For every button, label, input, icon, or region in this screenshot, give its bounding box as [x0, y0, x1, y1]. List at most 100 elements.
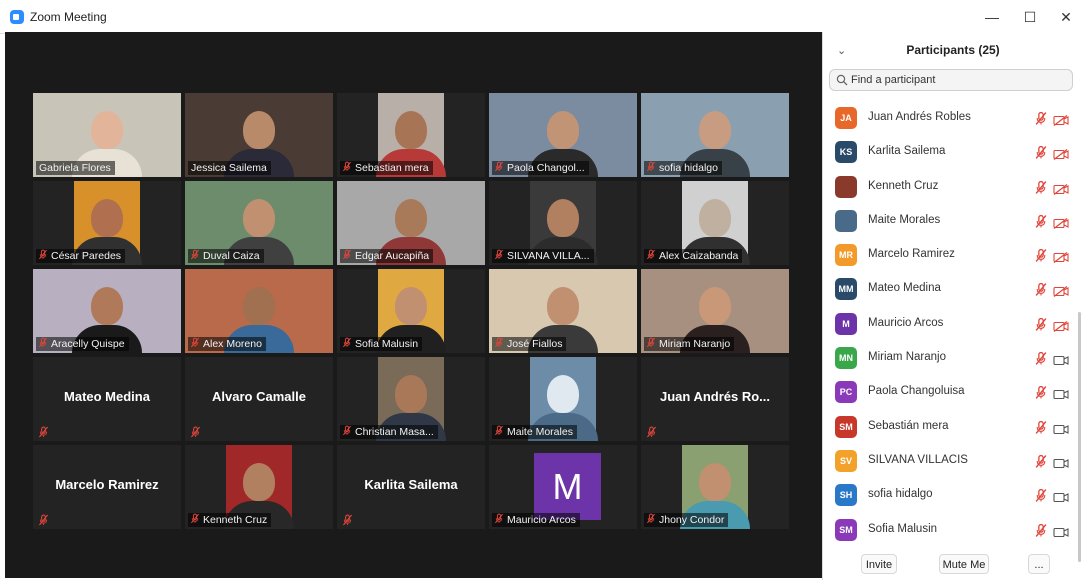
participant-row[interactable]: SM Sebastián mera: [823, 410, 1083, 444]
muted-mic-icon: [494, 161, 504, 172]
video-tile[interactable]: Jhony Condor: [641, 445, 789, 529]
tile-name-label: Jessica Sailema: [188, 161, 271, 175]
muted-mic-icon[interactable]: [1035, 249, 1047, 263]
more-button[interactable]: ...: [1028, 554, 1050, 574]
mute-me-button[interactable]: Mute Me: [939, 554, 989, 574]
video-off-icon[interactable]: [1053, 216, 1069, 229]
video-tile[interactable]: Alex Caizabanda: [641, 181, 789, 265]
video-tile[interactable]: sofia hidalgo: [641, 93, 789, 177]
video-off-icon[interactable]: [1053, 182, 1069, 195]
video-icon[interactable]: [1053, 456, 1069, 469]
video-tile[interactable]: Gabriela Flores: [33, 93, 181, 177]
participant-figure: [547, 111, 579, 149]
participant-name: Mauricio Arcos: [507, 514, 576, 526]
video-tile[interactable]: Maite Morales: [489, 357, 637, 441]
participant-name: Karlita Sailema: [364, 477, 458, 492]
video-icon[interactable]: [1053, 490, 1069, 503]
close-button[interactable]: ✕: [1046, 5, 1083, 29]
participant-name: Mateo Medina: [868, 282, 941, 295]
video-off-icon[interactable]: [1053, 284, 1069, 298]
video-off-icon[interactable]: [1053, 319, 1069, 332]
maximize-button[interactable]: ☐: [1010, 5, 1050, 29]
participant-row[interactable]: Maite Morales: [823, 204, 1083, 238]
participant-row[interactable]: SH sofia hidalgo: [823, 478, 1083, 512]
avatar: [835, 209, 857, 232]
tile-name-label: Miriam Naranjo: [644, 337, 735, 351]
video-icon[interactable]: [1053, 387, 1069, 400]
video-icon[interactable]: [1053, 525, 1069, 537]
muted-mic-icon[interactable]: [1035, 523, 1047, 537]
invite-button[interactable]: Invite: [861, 554, 897, 574]
muted-mic-icon[interactable]: [1035, 146, 1047, 160]
video-tile[interactable]: Karlita Sailema: [337, 445, 485, 529]
video-tile[interactable]: Paola Changol...: [489, 93, 637, 177]
participant-row[interactable]: PC Paola Changoluisa: [823, 375, 1083, 409]
muted-mic-icon: [38, 249, 48, 260]
video-tile[interactable]: Sofia Malusin: [337, 269, 485, 353]
participant-name: Paola Changoluisa: [868, 385, 965, 398]
participant-search[interactable]: [829, 69, 1073, 91]
scrollbar[interactable]: [1078, 312, 1081, 562]
participant-row[interactable]: Kenneth Cruz: [823, 170, 1083, 204]
participant-row[interactable]: MN Miriam Naranjo: [823, 341, 1083, 375]
participant-name: Sebastián mera: [868, 419, 949, 432]
video-off-icon[interactable]: [1053, 147, 1069, 161]
muted-mic-icon[interactable]: [1035, 317, 1047, 331]
video-off-icon[interactable]: [1053, 250, 1069, 264]
participant-row[interactable]: MR Marcelo Ramirez: [823, 238, 1083, 272]
participant-name: Maite Morales: [507, 426, 573, 438]
video-tile[interactable]: José Fiallos: [489, 269, 637, 353]
search-input[interactable]: [851, 72, 1061, 88]
tile-name-label: Aracelly Quispe: [36, 337, 129, 351]
video-off-icon[interactable]: [1053, 113, 1069, 126]
participant-row[interactable]: JA Juan Andrés Robles: [823, 101, 1083, 135]
muted-mic-icon[interactable]: [1035, 111, 1047, 125]
participant-name: Karlita Sailema: [868, 145, 946, 158]
video-tile[interactable]: Alex Moreno: [185, 269, 333, 353]
participant-figure: [395, 375, 427, 413]
participant-row[interactable]: MM Mateo Medina: [823, 272, 1083, 306]
video-icon[interactable]: [1053, 422, 1069, 434]
participant-row[interactable]: SV SILVANA VILLACIS: [823, 444, 1083, 478]
video-tile[interactable]: Christian Masa...: [337, 357, 485, 441]
video-tile[interactable]: Juan Andrés Ro...: [641, 357, 789, 441]
video-tile[interactable]: M Mauricio Arcos: [489, 445, 637, 529]
video-tile[interactable]: Edgar Aucapiña: [337, 181, 485, 265]
video-tile[interactable]: Kenneth Cruz: [185, 445, 333, 529]
video-tile[interactable]: César Paredes: [33, 181, 181, 265]
video-tile[interactable]: Aracelly Quispe: [33, 269, 181, 353]
participant-row[interactable]: SM Sofia Malusin: [823, 513, 1083, 547]
video-tile[interactable]: Miriam Naranjo: [641, 269, 789, 353]
video-tile[interactable]: Marcelo Ramirez: [33, 445, 181, 529]
minimize-button[interactable]: —: [972, 5, 1012, 29]
window-title: Zoom Meeting: [30, 10, 107, 24]
muted-mic-icon[interactable]: [1035, 180, 1047, 194]
participant-row[interactable]: KS Karlita Sailema: [823, 135, 1083, 169]
video-tile[interactable]: Jessica Sailema: [185, 93, 333, 177]
participants-title: Participants (25): [906, 43, 1000, 57]
muted-mic-icon[interactable]: [1035, 420, 1047, 434]
participant-name: Sebastian mera: [355, 162, 429, 174]
video-tile[interactable]: SILVANA VILLA...: [489, 181, 637, 265]
participant-name: Alex Caizabanda: [659, 250, 739, 262]
video-tile[interactable]: Alvaro Camalle: [185, 357, 333, 441]
participant-name: Paola Changol...: [507, 162, 585, 174]
video-tile[interactable]: Duval Caiza: [185, 181, 333, 265]
participant-name: Christian Masa...: [355, 426, 434, 438]
participant-row[interactable]: M Mauricio Arcos: [823, 307, 1083, 341]
muted-mic-icon[interactable]: [1035, 386, 1047, 400]
video-icon[interactable]: [1053, 353, 1069, 366]
avatar: SM: [835, 518, 857, 541]
avatar: [835, 175, 857, 198]
muted-mic-icon[interactable]: [1035, 214, 1047, 228]
muted-mic-icon: [38, 337, 48, 348]
video-tile[interactable]: Mateo Medina: [33, 357, 181, 441]
muted-mic-icon[interactable]: [1035, 454, 1047, 468]
video-tile[interactable]: Sebastian mera: [337, 93, 485, 177]
participant-name: Mateo Medina: [64, 389, 150, 404]
muted-mic-icon[interactable]: [1035, 489, 1047, 503]
participant-name: Gabriela Flores: [39, 162, 111, 174]
participant-figure: [243, 199, 275, 237]
muted-mic-icon[interactable]: [1035, 283, 1047, 297]
muted-mic-icon[interactable]: [1035, 351, 1047, 365]
